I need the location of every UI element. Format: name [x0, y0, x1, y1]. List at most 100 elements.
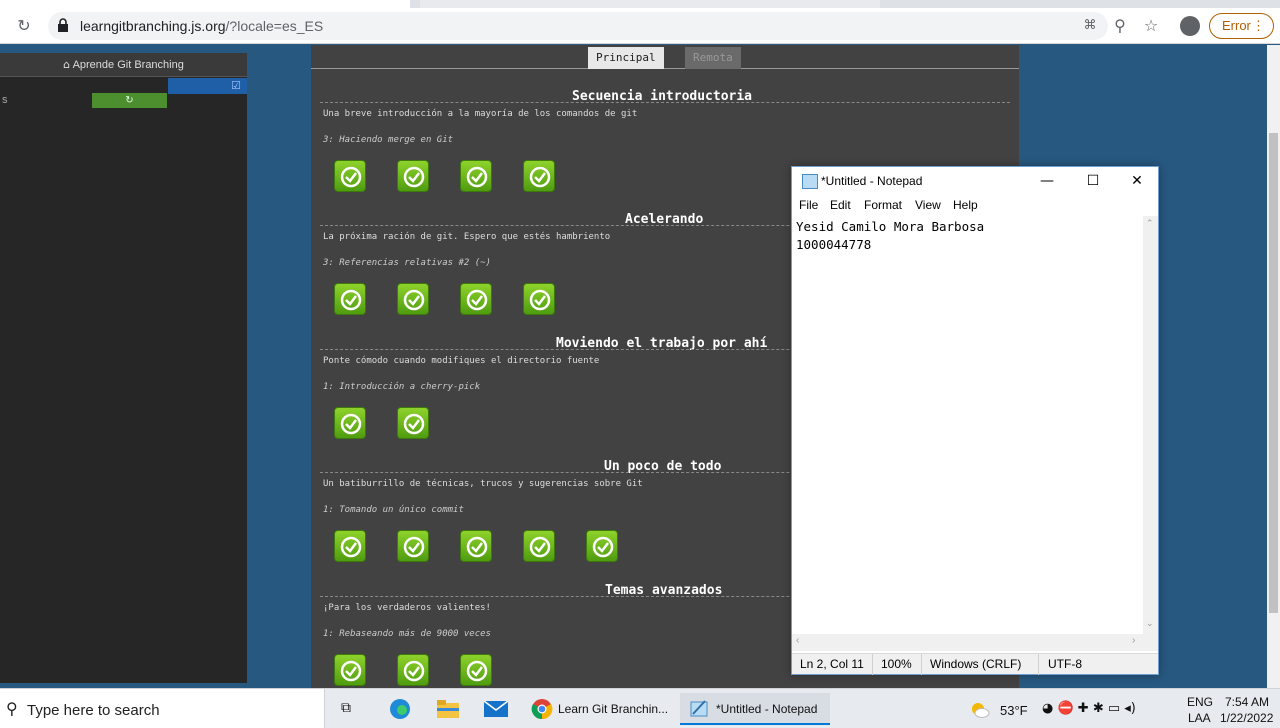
taskbar-app-label: *Untitled - Notepad — [716, 702, 818, 716]
level-complete-badge[interactable] — [397, 283, 429, 315]
search-icon: ⚲ — [6, 699, 18, 718]
menu-dots-icon: ⋮ — [1252, 18, 1265, 33]
current-level-label: 3: Haciendo merge en Git — [323, 135, 454, 145]
level-complete-badge[interactable] — [334, 283, 366, 315]
level-complete-badge[interactable] — [460, 654, 492, 686]
close-button[interactable]: ✕ — [1114, 167, 1160, 196]
level-complete-badge[interactable] — [523, 160, 555, 192]
level-complete-badge[interactable] — [460, 530, 492, 562]
error-button[interactable]: Error ⋮ — [1209, 13, 1274, 39]
address-bar[interactable]: learngitbranching.js.org/?locale=es_ES — [48, 12, 1108, 40]
taskbar-notepad[interactable]: *Untitled - Notepad — [680, 693, 830, 725]
scroll-up-icon[interactable]: ⌃ — [1146, 218, 1154, 229]
menu-file[interactable]: File — [799, 198, 818, 212]
level-complete-badge[interactable] — [397, 407, 429, 439]
notepad-app-icon — [690, 700, 708, 717]
translate-icon[interactable]: ⌘ — [1080, 16, 1100, 36]
level-complete-badge[interactable] — [397, 160, 429, 192]
notepad-menubar: File Edit Format View Help — [792, 196, 1158, 216]
taskbar-search[interactable]: ⚲ Type here to search — [0, 689, 325, 728]
task-view-icon[interactable]: ⧉ — [336, 693, 362, 725]
keyboard-layout[interactable]: LAA — [1188, 711, 1211, 725]
page-scrollbar[interactable] — [1267, 45, 1280, 688]
tray-icons[interactable]: ◕ ⛔ ✚ ✱ ▭ ◂) — [1042, 701, 1136, 716]
current-level-label: 1: Introducción a cherry-pick — [323, 382, 481, 392]
level-complete-badge[interactable] — [334, 654, 366, 686]
status-position: Ln 2, Col 11 — [800, 657, 864, 671]
scroll-thumb[interactable] — [1269, 133, 1278, 613]
weather-temp[interactable]: 53°F — [1000, 703, 1028, 718]
taskbar: ⚲ Type here to search ⧉ Learn Git Branch… — [0, 688, 1280, 728]
sequence-description: Ponte cómodo cuando modifiques el direct… — [323, 356, 600, 366]
level-complete-badge[interactable] — [523, 530, 555, 562]
check-icon — [340, 660, 362, 682]
taskbar-chrome[interactable]: Learn Git Branchin... — [525, 693, 673, 725]
check-icon — [529, 289, 551, 311]
scroll-left-icon[interactable]: ‹ — [796, 635, 799, 646]
check-icon — [529, 166, 551, 188]
edge-logo — [390, 699, 410, 719]
notepad-icon — [802, 174, 818, 189]
status-zoom: 100% — [881, 657, 912, 671]
blue-toolbar[interactable]: ☑ — [168, 78, 247, 94]
minimize-button[interactable]: — — [1024, 167, 1070, 196]
notepad-titlebar[interactable]: *Untitled - Notepad — ☐ ✕ — [792, 167, 1158, 196]
browser-tab[interactable] — [0, 0, 410, 8]
bookmark-star-icon[interactable]: ☆ — [1141, 16, 1161, 36]
level-complete-badge[interactable] — [397, 654, 429, 686]
panel-title: Aprende Git Branching — [72, 59, 184, 71]
checkbox-icon[interactable]: ☑ — [231, 79, 241, 92]
file-explorer-icon[interactable] — [434, 693, 462, 725]
maximize-button[interactable]: ☐ — [1070, 167, 1116, 196]
check-icon — [403, 289, 425, 311]
level-complete-badge[interactable] — [397, 530, 429, 562]
zoom-icon[interactable]: ⚲ — [1110, 16, 1130, 36]
notepad-text-area[interactable]: Yesid Camilo Mora Barbosa 1000044778 — [792, 216, 1143, 634]
level-complete-badge[interactable] — [334, 160, 366, 192]
reload-icon[interactable]: ↻ — [14, 16, 34, 36]
check-icon — [529, 536, 551, 558]
level-complete-badge[interactable] — [334, 407, 366, 439]
folder-icon — [437, 700, 459, 718]
level-complete-badge[interactable] — [460, 160, 492, 192]
mail-icon[interactable] — [482, 693, 510, 725]
menu-view[interactable]: View — [915, 198, 941, 212]
level-complete-badge[interactable] — [523, 283, 555, 315]
level-complete-badge[interactable] — [586, 530, 618, 562]
level-complete-badge[interactable] — [334, 530, 366, 562]
check-icon — [403, 413, 425, 435]
current-level-label: 1: Rebaseando más de 9000 veces — [323, 629, 491, 639]
url-path: /?locale=es_ES — [225, 18, 324, 34]
check-icon — [340, 166, 362, 188]
url-text: learngitbranching.js.org/?locale=es_ES — [80, 18, 323, 34]
error-label: Error — [1222, 18, 1251, 33]
scroll-right-icon[interactable]: › — [1132, 635, 1135, 646]
clock-time[interactable]: 7:54 AM — [1225, 695, 1269, 709]
sequence-description: Una breve introducción a la mayoría de l… — [323, 109, 638, 119]
scroll-down-icon[interactable]: ⌄ — [1146, 618, 1154, 629]
refresh-button[interactable]: ↻ — [92, 93, 167, 108]
browser-toolbar: ↻ learngitbranching.js.org/?locale=es_ES… — [0, 8, 1280, 44]
level-complete-badge[interactable] — [460, 283, 492, 315]
clock-date[interactable]: 1/22/2022 — [1220, 711, 1273, 725]
check-icon — [466, 166, 488, 188]
menu-edit[interactable]: Edit — [830, 198, 851, 212]
profile-avatar[interactable] — [1180, 16, 1200, 36]
status-line-endings: Windows (CRLF) — [930, 657, 1022, 671]
vertical-scrollbar[interactable]: ⌃ ⌄ — [1143, 216, 1158, 634]
tab-remota[interactable]: Remota — [685, 47, 741, 69]
check-icon — [340, 289, 362, 311]
weather-icon[interactable] — [970, 701, 990, 719]
horizontal-scrollbar[interactable]: ‹ › — [792, 634, 1158, 651]
tab-principal[interactable]: Principal — [588, 47, 664, 69]
edge-icon[interactable] — [386, 693, 414, 725]
menu-format[interactable]: Format — [864, 198, 902, 212]
browser-tab[interactable] — [420, 0, 880, 8]
menu-help[interactable]: Help — [953, 198, 978, 212]
language-indicator[interactable]: ENG — [1187, 695, 1213, 709]
current-level-label: 3: Referencias relativas #2 (~) — [323, 258, 491, 268]
check-icon — [466, 536, 488, 558]
url-host: learngitbranching.js.org — [80, 18, 226, 34]
home-icon: ⌂ — [63, 58, 71, 71]
check-icon — [403, 660, 425, 682]
